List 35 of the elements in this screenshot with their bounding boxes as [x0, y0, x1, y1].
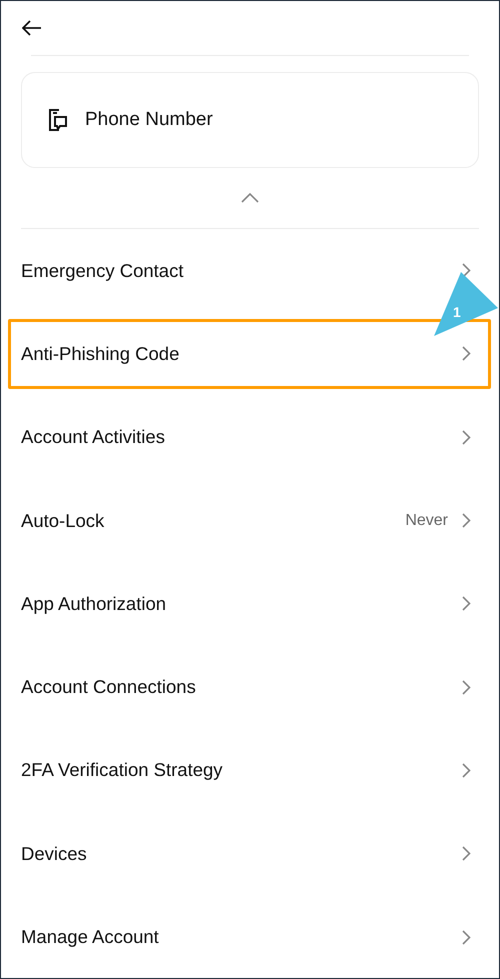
phone-number-card[interactable]: Phone Number — [21, 72, 479, 168]
menu-item[interactable]: Auto-Lock Never — [1, 486, 499, 556]
menu-item[interactable]: Emergency Contact — [1, 236, 499, 306]
chevron-right-icon — [462, 263, 471, 278]
menu-item-label: Account Connections — [21, 676, 196, 698]
collapse-chevron-icon[interactable] — [241, 193, 259, 203]
phone-icon — [47, 108, 69, 132]
back-arrow-icon — [22, 20, 42, 36]
step-number: 1 — [453, 306, 461, 318]
chevron-right-icon — [462, 846, 471, 862]
chevron-right-icon — [462, 596, 471, 612]
chevron-right-icon — [462, 513, 471, 528]
chevron-right-icon — [462, 430, 471, 445]
menu-item[interactable]: Account Connections — [1, 652, 499, 722]
chevron-right-icon — [462, 346, 471, 362]
menu-item-label: Auto-Lock — [21, 510, 104, 532]
chevron-right-icon — [462, 762, 471, 778]
setting-value: Never — [405, 512, 448, 530]
menu-item-label: 2FA Verification Strategy — [21, 759, 223, 782]
menu-item-label: Devices — [21, 842, 87, 865]
menu-item-label: Emergency Contact — [21, 260, 184, 282]
menu-item[interactable]: Anti-Phishing Code — [1, 318, 499, 389]
menu-item-label: App Authorization — [21, 592, 166, 615]
card-label: Phone Number — [85, 109, 213, 131]
menu-item[interactable]: Devices — [1, 818, 499, 889]
menu-item-label: Account Activities — [21, 426, 165, 448]
back-button[interactable] — [22, 20, 42, 36]
chevron-right-icon — [462, 680, 471, 695]
menu-item-label: Anti-Phishing Code — [21, 342, 180, 365]
menu-item[interactable]: App Authorization — [1, 568, 499, 639]
menu-item[interactable]: Account Activities — [1, 402, 499, 472]
menu-item[interactable]: Manage Account — [1, 902, 499, 972]
menu-item-label: Manage Account — [21, 926, 159, 948]
chevron-right-icon — [462, 930, 471, 945]
menu-item[interactable]: 2FA Verification Strategy — [1, 735, 499, 806]
